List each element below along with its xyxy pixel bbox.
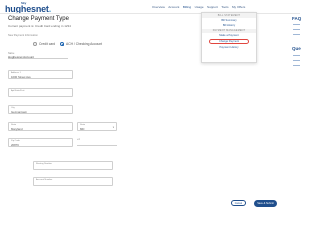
address2-label: Apt/Suite/Unit: [11, 90, 25, 93]
radio-ach-circle[interactable]: [60, 42, 64, 46]
cancel-button[interactable]: Cancel: [231, 200, 246, 206]
state-short-label: State: [80, 124, 86, 127]
faq-link-line[interactable]: [293, 34, 300, 35]
zip-value: 20876: [11, 143, 19, 148]
city-value: Germantown: [11, 110, 28, 115]
page-title: Change Payment Type: [8, 16, 69, 22]
radio-ach-label: ACH / Checking Account: [66, 42, 103, 46]
faq-link-line[interactable]: [293, 24, 300, 25]
nav-usage[interactable]: Usage: [195, 5, 204, 9]
state-short-value: MD: [80, 127, 85, 132]
account-name-field[interactable]: Name Hughesnet Account: [8, 52, 68, 59]
top-navigation: Overview Account Billing Usage Support T…: [152, 5, 248, 9]
billing-dropdown-menu: BILL STATEMENT Bill Summary Bill History…: [201, 12, 257, 63]
radio-credit-card-circle[interactable]: [33, 42, 37, 46]
radio-credit-card-label: Credit card: [39, 42, 56, 46]
questions-link-line[interactable]: [293, 65, 300, 66]
state-value: Maryland: [11, 127, 23, 132]
state-select[interactable]: State Maryland: [8, 122, 73, 131]
radio-credit-card[interactable]: Credit card: [33, 42, 55, 46]
zip-ext-field[interactable]: +4: [77, 138, 117, 146]
menu-item-make-payment[interactable]: Make a Payment: [202, 33, 256, 39]
nav-billing[interactable]: Billing: [183, 5, 191, 9]
address-field[interactable]: Address 1 1000 Street Ave: [8, 70, 73, 79]
faq-heading: FAQ: [292, 16, 302, 21]
account-number-label: Account Number: [36, 179, 53, 182]
address-label: Address 1: [11, 72, 21, 75]
nav-tools[interactable]: Tools: [221, 5, 228, 9]
radio-ach[interactable]: ACH / Checking Account: [60, 42, 102, 46]
menu-item-change-payment[interactable]: Change Payment: [209, 39, 249, 44]
nav-account[interactable]: Account: [168, 5, 179, 9]
current-payment-text: Current payment is: Credit Card ending i…: [8, 24, 71, 28]
questions-link-line[interactable]: [293, 55, 300, 56]
save-submit-button[interactable]: Save & Submit: [254, 199, 277, 207]
zip-field[interactable]: Zip Code 20876: [8, 138, 73, 147]
state-label: State: [11, 124, 17, 127]
state-short-select[interactable]: State MD ▾: [77, 122, 117, 131]
routing-number-label: Routing Number: [36, 163, 52, 166]
zip-label: Zip Code: [11, 140, 20, 143]
zip-ext-label: +4: [77, 138, 80, 141]
menu-item-payment-history[interactable]: Payment History: [202, 45, 256, 51]
city-field[interactable]: City Germantown: [8, 105, 73, 114]
chevron-down-icon: ▾: [112, 126, 114, 129]
city-label: City: [11, 107, 15, 110]
section-label: New Payment Information: [8, 34, 38, 37]
nav-support[interactable]: Support: [207, 5, 218, 9]
nav-my-offers[interactable]: My Offers: [232, 5, 245, 9]
nav-overview[interactable]: Overview: [152, 5, 165, 9]
account-number-field[interactable]: Account Number: [33, 177, 113, 186]
account-name-value: Hughesnet Account: [8, 55, 35, 60]
address2-field[interactable]: Apt/Suite/Unit: [8, 88, 73, 97]
questions-heading: Que: [292, 46, 301, 51]
address-value: 1000 Street Ave: [11, 75, 31, 80]
faq-link-line[interactable]: [293, 29, 300, 30]
routing-number-field[interactable]: Routing Number: [33, 161, 113, 170]
questions-link-line[interactable]: [293, 60, 300, 61]
